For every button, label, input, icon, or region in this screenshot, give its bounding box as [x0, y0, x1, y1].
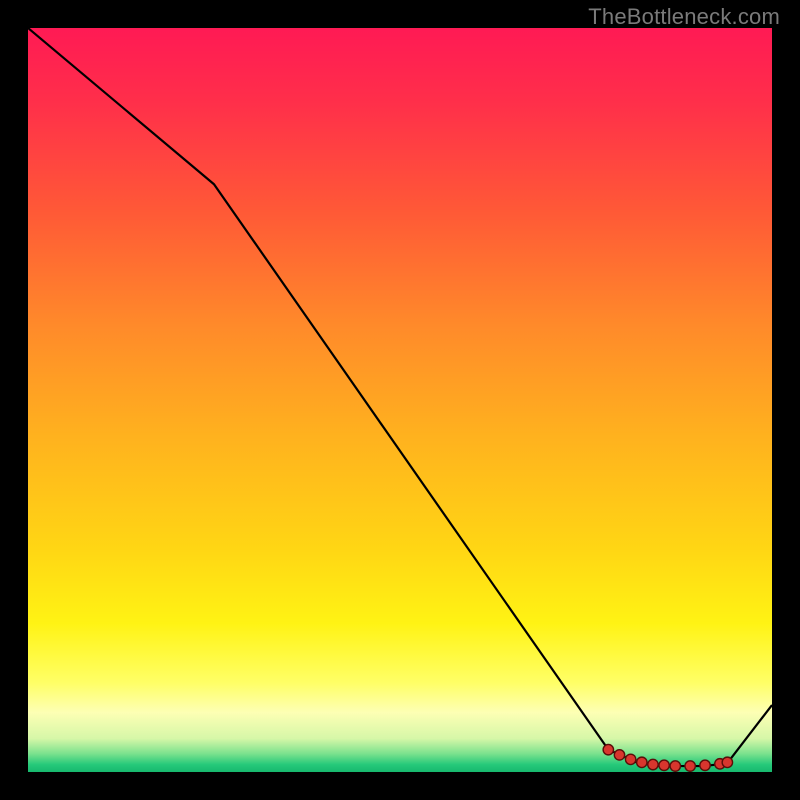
plot-area [28, 28, 772, 772]
data-marker [670, 761, 680, 771]
gradient-background [28, 28, 772, 772]
data-marker [700, 760, 710, 770]
data-marker [625, 754, 635, 764]
data-marker [637, 757, 647, 767]
watermark: TheBottleneck.com [588, 4, 780, 30]
data-marker [659, 760, 669, 770]
data-marker [603, 744, 613, 754]
chart-svg [28, 28, 772, 772]
data-marker [722, 757, 732, 767]
data-marker [685, 761, 695, 771]
chart-container: TheBottleneck.com [0, 0, 800, 800]
data-marker [614, 750, 624, 760]
data-marker [648, 759, 658, 769]
